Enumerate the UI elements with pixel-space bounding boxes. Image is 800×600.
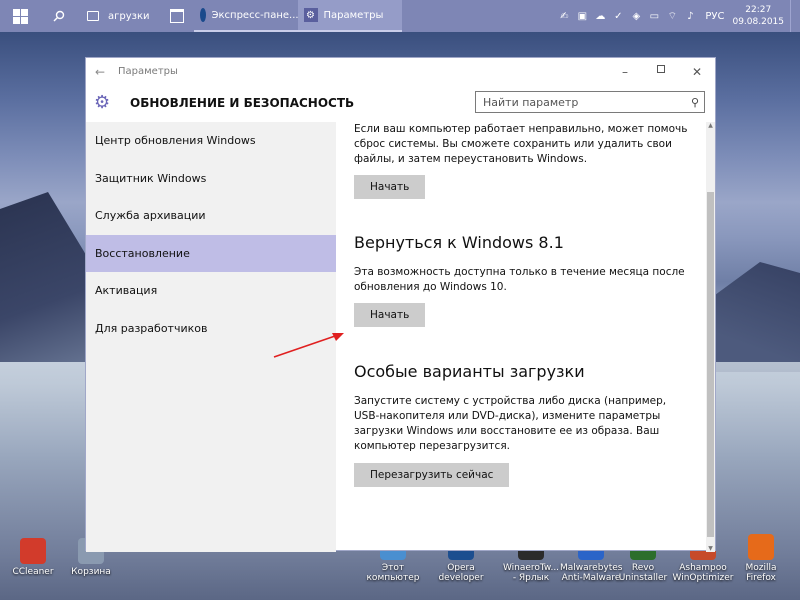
- start-button[interactable]: [0, 0, 40, 32]
- window-controls: – ✕: [607, 64, 715, 79]
- sidebar-item-label: Для разработчиков: [95, 321, 208, 335]
- sidebar-item-label: Центр обновления Windows: [95, 134, 256, 148]
- sidebar-item-label: Восстановление: [95, 246, 190, 260]
- reset-start-button[interactable]: Начать: [354, 175, 426, 199]
- taskbar-store[interactable]: [160, 0, 194, 32]
- language-indicator[interactable]: РУС: [705, 11, 724, 22]
- app-icon: [748, 534, 774, 560]
- taskbar: агрузки Экспресс-пане... ⚙ Параметры ✍ ▣…: [0, 0, 800, 32]
- sidebar-item-label: Активация: [95, 284, 158, 298]
- desktop-icon-label: WinaeroTw... - Ярлык: [502, 563, 560, 583]
- sidebar-item-windows-defender[interactable]: Защитник Windows: [86, 160, 336, 198]
- rollback-start-button[interactable]: Начать: [354, 303, 426, 327]
- desktop-icon-label: CCleaner: [12, 567, 54, 577]
- sidebar-item-windows-update[interactable]: Центр обновления Windows: [86, 122, 336, 160]
- cloud-icon[interactable]: ☁: [591, 0, 609, 32]
- desktop-icon-label: Revo Uninstaller: [618, 563, 668, 583]
- desktop-icon-label: Ashampoo WinOptimizer: [672, 563, 734, 583]
- scroll-up-icon[interactable]: ▲: [706, 122, 715, 129]
- desktop-icon-label: Корзина: [71, 567, 111, 577]
- desktop-icon[interactable]: CCleaner: [2, 538, 64, 577]
- reset-description: Если ваш компьютер работает неправильно,…: [354, 123, 688, 165]
- taskbar-app-label: Параметры: [323, 9, 384, 21]
- sidebar-item-label: Служба архивации: [95, 209, 206, 223]
- sidebar-item-recovery[interactable]: Восстановление: [86, 234, 336, 272]
- windows-logo-icon: [12, 8, 28, 24]
- desktop-icon-label: Mozilla Firefox: [745, 563, 777, 583]
- desktop-icon-label: Opera developer: [438, 563, 484, 583]
- window-title: Параметры: [118, 66, 178, 77]
- sidebar-item-label: Защитник Windows: [95, 171, 207, 185]
- annotation-arrow: [273, 333, 344, 358]
- taskbar-app-opera[interactable]: Экспресс-пане...: [193, 0, 299, 32]
- network-error-icon[interactable]: ▣: [573, 0, 591, 32]
- task-view-icon: [87, 11, 99, 21]
- clock-date: 09.08.2015: [732, 17, 784, 27]
- search-icon: [53, 10, 65, 22]
- advanced-startup-description: Запустите систему с устройства либо диск…: [354, 395, 667, 452]
- settings-window: ← Параметры – ✕ ⚙ ОБНОВЛЕНИЕ И БЕЗОПАСНО…: [85, 57, 716, 552]
- scrollbar[interactable]: ▲ ▼: [706, 122, 715, 552]
- search-icon[interactable]: ⚲: [691, 96, 699, 109]
- search-button[interactable]: [40, 0, 78, 32]
- battery-icon[interactable]: ▭: [645, 0, 663, 32]
- recovery-content: Если ваш компьютер работает неправильно,…: [354, 122, 704, 552]
- search-input[interactable]: Найти параметр ⚲: [475, 91, 705, 113]
- hand-icon[interactable]: ✍: [555, 0, 573, 32]
- minimize-button[interactable]: –: [607, 65, 643, 79]
- wifi-icon[interactable]: ⌔: [663, 0, 681, 32]
- volume-icon[interactable]: ♪: [681, 0, 699, 32]
- maximize-icon: [657, 64, 665, 73]
- show-desktop-button[interactable]: [790, 0, 800, 32]
- update-sync-icon: ⚙: [94, 92, 111, 113]
- advanced-startup-title: Особые варианты загрузки: [354, 362, 585, 381]
- taskbar-search-label[interactable]: агрузки: [108, 11, 150, 22]
- check-icon[interactable]: ✓: [609, 0, 627, 32]
- rollback-description: Эта возможность доступна только в течени…: [354, 266, 685, 293]
- title-bar: ← Параметры – ✕: [86, 58, 715, 85]
- restart-now-button[interactable]: Перезагрузить сейчас: [354, 463, 510, 487]
- desktop-icon-label: Этот компьютер: [366, 563, 420, 583]
- clock[interactable]: 22:27 09.08.2015: [732, 4, 790, 28]
- page-title: ОБНОВЛЕНИЕ И БЕЗОПАСНОСТЬ: [130, 96, 355, 110]
- clock-time: 22:27: [745, 5, 772, 15]
- shield-icon[interactable]: ◈: [627, 0, 645, 32]
- taskbar-app-label: Экспресс-пане...: [211, 9, 299, 21]
- app-icon: [20, 538, 46, 564]
- opera-icon: [199, 8, 206, 22]
- back-arrow-icon[interactable]: ←: [86, 65, 114, 79]
- search-placeholder: Найти параметр: [483, 95, 579, 109]
- scroll-down-icon[interactable]: ▼: [706, 545, 715, 552]
- desktop-icon[interactable]: Mozilla Firefox: [730, 534, 792, 583]
- task-view-button[interactable]: [78, 0, 108, 32]
- system-tray: ✍ ▣ ☁ ✓ ◈ ▭ ⌔ ♪ РУС 22:27 09.08.2015: [555, 0, 800, 32]
- rollback-title: Вернуться к Windows 8.1: [354, 233, 564, 252]
- taskbar-app-settings[interactable]: ⚙ Параметры: [297, 0, 402, 32]
- sidebar-item-activation[interactable]: Активация: [86, 272, 336, 310]
- close-button[interactable]: ✕: [679, 65, 715, 79]
- gear-icon: ⚙: [303, 8, 318, 22]
- maximize-button[interactable]: [643, 64, 679, 79]
- scroll-thumb[interactable]: [707, 192, 714, 537]
- store-icon: [169, 9, 184, 23]
- sidebar-item-backup[interactable]: Служба архивации: [86, 197, 336, 235]
